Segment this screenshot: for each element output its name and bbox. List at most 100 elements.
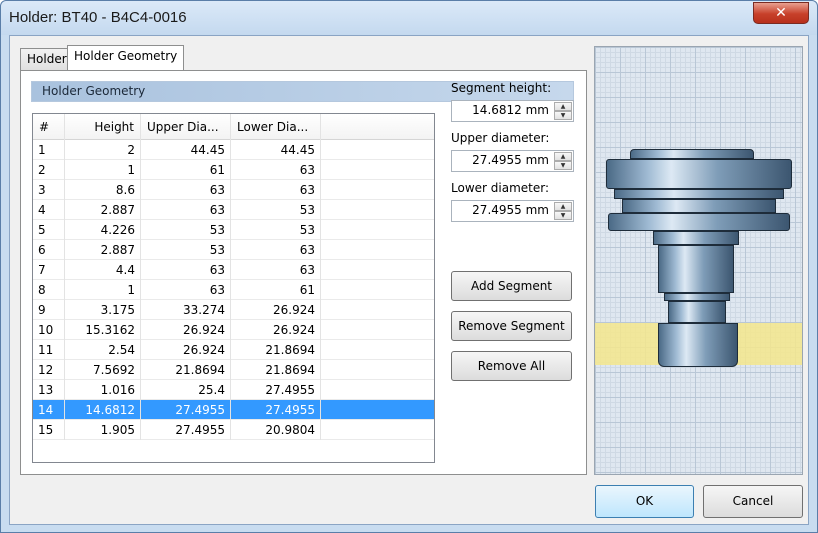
- cell-height: 14.6812: [65, 400, 141, 420]
- cell-height: 2.54: [65, 340, 141, 360]
- cell-lower-diameter: 63: [231, 160, 321, 180]
- cell-index: 12: [33, 360, 65, 380]
- spin-down-arrow-icon[interactable]: ▼: [554, 161, 572, 170]
- holder-segment-shape: [608, 213, 790, 231]
- cell-upper-diameter: 33.274: [141, 300, 231, 320]
- column-header-height[interactable]: Height: [65, 114, 141, 140]
- table-row[interactable]: 7 4.4 63 63: [33, 260, 434, 280]
- table-header: # Height Upper Dia... Lower Dia...: [33, 114, 434, 140]
- dialog-client-area: Holder Holder Geometry Holder Geometry #…: [9, 35, 809, 525]
- cell-lower-diameter: 20.9804: [231, 420, 321, 440]
- cell-lower-diameter: 21.8694: [231, 360, 321, 380]
- cell-index: 8: [33, 280, 65, 300]
- cell-lower-diameter: 63: [231, 180, 321, 200]
- upper-diameter-label: Upper diameter:: [451, 131, 550, 145]
- upper-diameter-field[interactable]: 27.4955 mm ▲ ▼: [451, 150, 574, 172]
- table-row[interactable]: 2 1 61 63: [33, 160, 434, 180]
- cell-height: 7.5692: [65, 360, 141, 380]
- cell-upper-diameter: 63: [141, 180, 231, 200]
- holder-segment-shape: [614, 189, 784, 199]
- cell-lower-diameter: 26.924: [231, 320, 321, 340]
- holder-segment-shape: [658, 323, 738, 367]
- cell-index: 9: [33, 300, 65, 320]
- cell-index: 1: [33, 140, 65, 160]
- segment-table[interactable]: # Height Upper Dia... Lower Dia... 1 2 44.…: [32, 113, 435, 463]
- cell-upper-diameter: 63: [141, 200, 231, 220]
- cell-height: 4.4: [65, 260, 141, 280]
- cell-lower-diameter: 63: [231, 240, 321, 260]
- table-row[interactable]: 3 8.6 63 63: [33, 180, 434, 200]
- cell-height: 2: [65, 140, 141, 160]
- cell-height: 3.175: [65, 300, 141, 320]
- table-row[interactable]: 15 1.905 27.4955 20.9804: [33, 420, 434, 440]
- cell-upper-diameter: 63: [141, 280, 231, 300]
- dialog-window: Holder: BT40 - B4C4-0016 ✕ Holder Holder…: [0, 0, 818, 533]
- cell-upper-diameter: 53: [141, 240, 231, 260]
- cell-lower-diameter: 21.8694: [231, 340, 321, 360]
- table-row[interactable]: 1 2 44.45 44.45: [33, 140, 434, 160]
- table-row[interactable]: 9 3.175 33.274 26.924: [33, 300, 434, 320]
- cell-lower-diameter: 27.4955: [231, 400, 321, 420]
- ok-button[interactable]: OK: [595, 485, 694, 518]
- table-row[interactable]: 10 15.3162 26.924 26.924: [33, 320, 434, 340]
- cell-upper-diameter: 26.924: [141, 320, 231, 340]
- table-row[interactable]: 11 2.54 26.924 21.8694: [33, 340, 434, 360]
- cell-index: 5: [33, 220, 65, 240]
- holder-segment-shape: [653, 231, 739, 245]
- table-row[interactable]: 6 2.887 53 63: [33, 240, 434, 260]
- cell-upper-diameter: 27.4955: [141, 400, 231, 420]
- cell-lower-diameter: 26.924: [231, 300, 321, 320]
- remove-segment-button[interactable]: Remove Segment: [451, 311, 572, 341]
- cell-upper-diameter: 26.924: [141, 340, 231, 360]
- cell-index: 4: [33, 200, 65, 220]
- cell-height: 4.226: [65, 220, 141, 240]
- cell-upper-diameter: 63: [141, 260, 231, 280]
- cell-lower-diameter: 61: [231, 280, 321, 300]
- cell-lower-diameter: 53: [231, 200, 321, 220]
- table-row[interactable]: 4 2.887 63 53: [33, 200, 434, 220]
- cell-height: 1.016: [65, 380, 141, 400]
- column-header-lower-diameter[interactable]: Lower Dia...: [231, 114, 321, 140]
- cell-index: 7: [33, 260, 65, 280]
- add-segment-button[interactable]: Add Segment: [451, 271, 572, 301]
- column-header-index[interactable]: #: [33, 114, 65, 140]
- holder-segment-shape: [664, 293, 730, 301]
- cell-height: 1.905: [65, 420, 141, 440]
- window-title: Holder: BT40 - B4C4-0016: [9, 9, 187, 26]
- table-row[interactable]: 13 1.016 25.4 27.4955: [33, 380, 434, 400]
- spin-down-arrow-icon[interactable]: ▼: [554, 111, 572, 120]
- cell-height: 8.6: [65, 180, 141, 200]
- table-row[interactable]: 8 1 63 61: [33, 280, 434, 300]
- cell-height: 2.887: [65, 200, 141, 220]
- remove-all-button[interactable]: Remove All: [451, 351, 572, 381]
- cell-upper-diameter: 53: [141, 220, 231, 240]
- cell-height: 1: [65, 160, 141, 180]
- tab-holder-geometry[interactable]: Holder Geometry: [67, 45, 185, 70]
- spin-up-arrow-icon[interactable]: ▲: [554, 152, 572, 161]
- segment-height-field[interactable]: 14.6812 mm ▲ ▼: [451, 100, 574, 122]
- cell-upper-diameter: 27.4955: [141, 420, 231, 440]
- tab-holder[interactable]: Holder: [20, 48, 74, 70]
- title-bar[interactable]: Holder: BT40 - B4C4-0016 ✕: [1, 1, 817, 35]
- segment-height-label: Segment height:: [451, 81, 552, 95]
- column-header-upper-diameter[interactable]: Upper Dia...: [141, 114, 231, 140]
- table-row[interactable]: 12 7.5692 21.8694 21.8694: [33, 360, 434, 380]
- cancel-button[interactable]: Cancel: [703, 485, 803, 518]
- table-row[interactable]: 5 4.226 53 53: [33, 220, 434, 240]
- spin-up-arrow-icon[interactable]: ▲: [554, 102, 572, 111]
- cell-height: 2.887: [65, 240, 141, 260]
- cell-index: 6: [33, 240, 65, 260]
- lower-diameter-field[interactable]: 27.4955 mm ▲ ▼: [451, 200, 574, 222]
- spin-up-arrow-icon[interactable]: ▲: [554, 202, 572, 211]
- spin-down-arrow-icon[interactable]: ▼: [554, 211, 572, 220]
- cell-lower-diameter: 27.4955: [231, 380, 321, 400]
- cell-index: 14: [33, 400, 65, 420]
- cell-upper-diameter: 25.4: [141, 380, 231, 400]
- close-button[interactable]: ✕: [753, 2, 809, 24]
- table-row[interactable]: 14 14.6812 27.4955 27.4955: [33, 400, 434, 420]
- holder-preview: [594, 46, 803, 475]
- cell-lower-diameter: 44.45: [231, 140, 321, 160]
- holder-segment-shape: [606, 159, 792, 189]
- cell-upper-diameter: 44.45: [141, 140, 231, 160]
- segment-height-value: 14.6812 mm: [472, 103, 549, 117]
